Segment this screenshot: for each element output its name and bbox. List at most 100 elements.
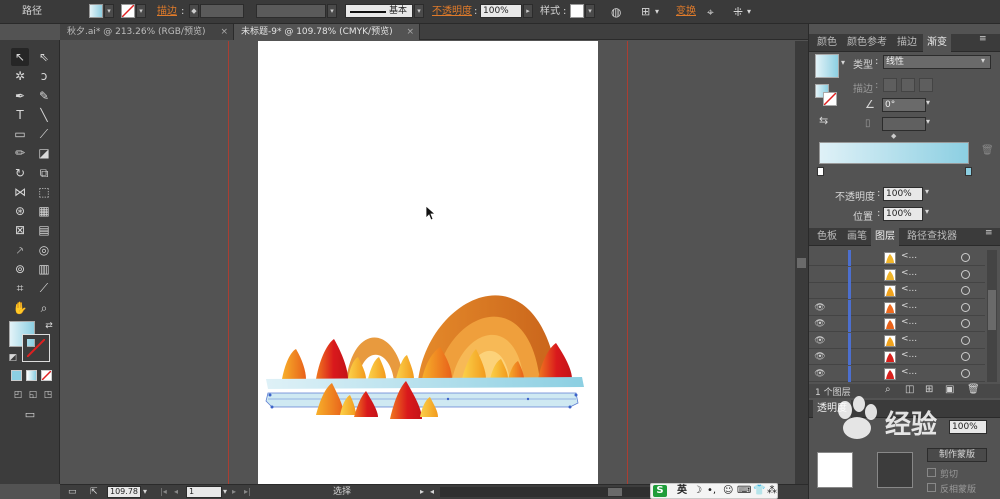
width-tool-icon[interactable]: ⋈: [11, 183, 29, 201]
delete-stop-icon[interactable]: 🗑: [981, 145, 994, 156]
vertical-scrollbar-thumb[interactable]: [797, 258, 806, 268]
symbol-sprayer-tool-icon[interactable]: ⊚: [11, 260, 29, 278]
layer-name[interactable]: <...: [901, 251, 917, 261]
curvature-tool-icon[interactable]: ✎: [35, 87, 53, 105]
panel-menu-dropdown-icon[interactable]: ▾: [747, 4, 751, 20]
style-swatch[interactable]: [570, 4, 584, 18]
lasso-tool-icon[interactable]: ↄ: [35, 67, 53, 85]
line-tool-icon[interactable]: ╲: [35, 106, 53, 124]
aspect-ratio-input[interactable]: [882, 117, 926, 131]
angle-input[interactable]: 0°: [882, 98, 926, 112]
style-dropdown-arrow[interactable]: ▾: [585, 4, 595, 18]
visibility-eye-icon[interactable]: [814, 285, 826, 297]
ime-keyboard-icon[interactable]: ⌨: [737, 484, 751, 498]
stroke-swatch[interactable]: [121, 4, 135, 18]
reverse-gradient-icon[interactable]: ⇆: [819, 114, 828, 127]
type-tool-icon[interactable]: T: [11, 106, 29, 124]
layer-row[interactable]: 👁 <...: [809, 332, 985, 349]
tab-pathfinder[interactable]: 路径查找器: [903, 228, 961, 246]
pen-tool-icon[interactable]: ✒: [11, 87, 29, 105]
mask-thumbnail[interactable]: [877, 452, 913, 488]
visibility-eye-icon[interactable]: 👁: [814, 302, 826, 314]
opacity-label[interactable]: 不透明度: [432, 4, 472, 20]
gradient-tool-icon[interactable]: ▤: [35, 221, 53, 239]
layer-row[interactable]: 👁 <...: [809, 299, 985, 316]
location-input[interactable]: 100%: [883, 207, 923, 221]
layers-list[interactable]: <... <... <... 👁 <... 👁 <... 👁 <... 👁 <... 👁 <...: [809, 250, 985, 382]
gradient-opacity-dropdown-icon[interactable]: ▾: [925, 187, 929, 196]
swap-fill-stroke-icon[interactable]: ⇄: [40, 317, 58, 335]
variable-width-arrow[interactable]: ▾: [327, 4, 337, 18]
brush-dropdown-arrow[interactable]: ▾: [414, 4, 424, 18]
gradient-type-dropdown-icon[interactable]: ▾: [981, 56, 985, 65]
brush-definition-select[interactable]: 基本: [345, 4, 413, 18]
visibility-eye-icon[interactable]: [814, 269, 826, 281]
align-dropdown-icon[interactable]: ▾: [655, 4, 659, 20]
tab-layers[interactable]: 图层: [871, 228, 899, 246]
stroke-label[interactable]: 描边: [157, 4, 177, 20]
prev-artboard-icon[interactable]: ◂: [174, 485, 178, 499]
layer-name[interactable]: <...: [901, 268, 917, 278]
tab-stroke[interactable]: 描边: [893, 34, 921, 52]
slice-tool-icon[interactable]: ⟋: [35, 279, 53, 297]
location-dropdown-icon[interactable]: ▾: [925, 207, 929, 216]
clip-checkbox[interactable]: [927, 468, 936, 477]
panel-menu-icon[interactable]: ⁜: [733, 4, 743, 20]
tab-color[interactable]: 颜色: [813, 34, 841, 52]
stroke-dropdown-arrow[interactable]: ▾: [136, 4, 146, 18]
visibility-eye-icon[interactable]: 👁: [814, 318, 826, 330]
eyedropper-tool-icon[interactable]: ⸕: [11, 241, 29, 259]
visibility-eye-icon[interactable]: 👁: [814, 351, 826, 363]
opacity-input[interactable]: 100%: [480, 4, 522, 18]
panel-menu-icon[interactable]: ≡: [985, 228, 993, 238]
artboard-number-input[interactable]: 1: [186, 486, 222, 498]
last-artboard-icon[interactable]: ▸|: [244, 485, 251, 499]
artboard-tool-icon[interactable]: ⌗: [11, 279, 29, 297]
opacity-arrow[interactable]: ▸: [523, 4, 533, 18]
tab-qiuxi[interactable]: 秋夕.ai* @ 213.26% (RGB/预览) ×: [60, 24, 234, 40]
stroke-within-button[interactable]: [883, 78, 897, 92]
target-circle-icon[interactable]: [961, 335, 970, 345]
ime-moon-icon[interactable]: ☽: [693, 484, 702, 498]
layer-name[interactable]: <...: [901, 301, 917, 311]
tab-gradient[interactable]: 渐变: [923, 34, 951, 52]
fill-dropdown-arrow[interactable]: ▾: [104, 4, 114, 18]
scale-tool-icon[interactable]: ⧉: [35, 164, 53, 182]
gradient-preset-dropdown-icon[interactable]: ▾: [841, 58, 845, 67]
gradient-stop-right[interactable]: [965, 167, 972, 176]
target-circle-icon[interactable]: [961, 352, 970, 361]
layer-name[interactable]: <...: [901, 334, 917, 344]
target-circle-icon[interactable]: [961, 368, 970, 378]
tab-color-guide[interactable]: 颜色参考: [843, 34, 891, 52]
ime-language-label[interactable]: 英: [677, 484, 687, 498]
magic-wand-tool-icon[interactable]: ✲: [11, 67, 29, 85]
zoom-out-icon[interactable]: ▭: [68, 485, 77, 499]
gradient-mode-button[interactable]: [26, 370, 37, 381]
default-fill-stroke-icon[interactable]: ◩: [4, 349, 22, 367]
free-transform-tool-icon[interactable]: ⬚: [35, 183, 53, 201]
stroke-along-button[interactable]: [901, 78, 915, 92]
target-circle-icon[interactable]: [961, 302, 970, 312]
midpoint-diamond-icon[interactable]: ◆: [891, 132, 896, 140]
target-circle-icon[interactable]: [961, 253, 970, 262]
column-graph-tool-icon[interactable]: ▥: [35, 260, 53, 278]
ime-tools-icon[interactable]: ⁂: [767, 484, 777, 498]
gradient-opacity-input[interactable]: 100%: [883, 187, 923, 201]
eraser-tool-icon[interactable]: ◪: [35, 144, 53, 162]
close-icon[interactable]: ×: [220, 24, 228, 40]
fill-swatch[interactable]: [89, 4, 103, 18]
paintbrush-tool-icon[interactable]: ⟋: [35, 125, 53, 143]
target-circle-icon[interactable]: [961, 286, 970, 295]
share-icon[interactable]: ⇱: [90, 485, 98, 499]
mesh-tool-icon[interactable]: ⊠: [11, 221, 29, 239]
layer-row[interactable]: 👁 <...: [809, 349, 985, 365]
screen-mode-icon[interactable]: ▭: [21, 406, 39, 424]
first-artboard-icon[interactable]: |◂: [160, 485, 167, 499]
close-icon[interactable]: ×: [406, 24, 414, 40]
layer-row[interactable]: 👁 <...: [809, 365, 985, 382]
visibility-eye-icon[interactable]: 👁: [814, 335, 826, 347]
recolor-artwork-icon[interactable]: ◍: [611, 4, 621, 20]
stroke-mini-swatch[interactable]: [823, 92, 837, 106]
align-icon[interactable]: ⊞: [641, 4, 650, 20]
artboard[interactable]: [258, 41, 598, 484]
